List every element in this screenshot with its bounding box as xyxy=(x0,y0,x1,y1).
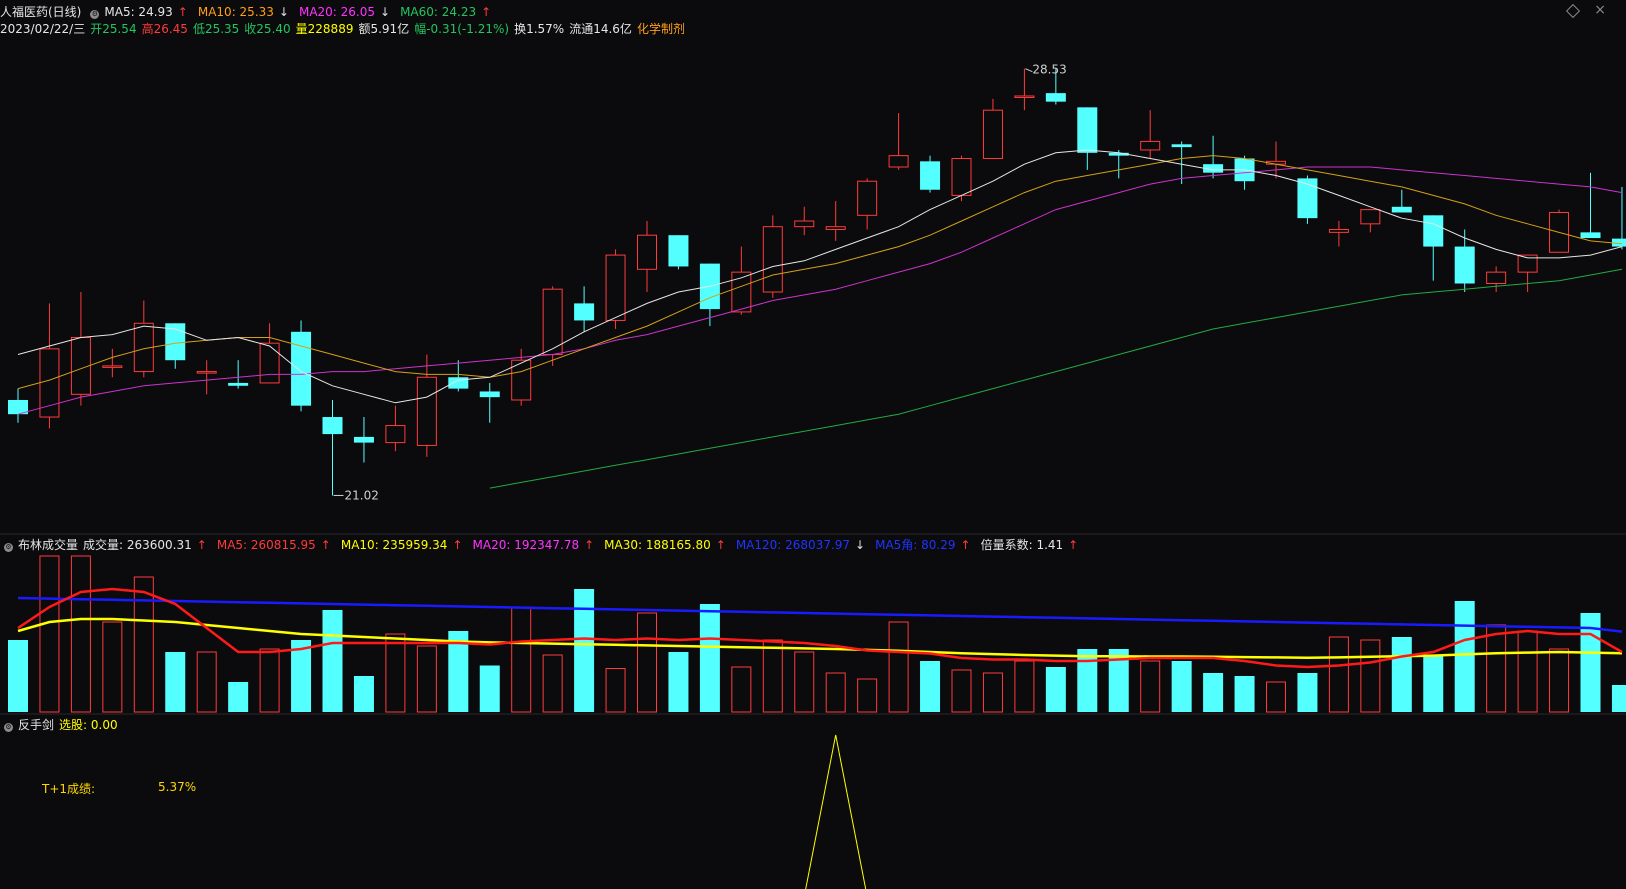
candle-body xyxy=(102,365,123,368)
volume-bar xyxy=(133,576,154,713)
candle-body xyxy=(888,155,909,168)
candle-body xyxy=(416,376,437,446)
volume-bar xyxy=(1517,630,1538,713)
candle-body xyxy=(1423,215,1444,247)
candle-body xyxy=(1580,232,1601,239)
candle-body xyxy=(920,161,941,190)
ma5-line xyxy=(17,149,1623,404)
volume-bar xyxy=(165,652,186,712)
volume-bar xyxy=(605,668,626,713)
candle-body xyxy=(291,331,312,406)
candle-body xyxy=(1140,140,1161,151)
candle-body xyxy=(385,425,406,444)
volume-bar xyxy=(794,651,815,713)
volume-bar xyxy=(39,555,60,713)
volume-bar xyxy=(196,651,217,713)
volume-bar xyxy=(637,612,657,713)
candle-body xyxy=(857,180,878,216)
candle-body xyxy=(982,109,1003,159)
volume-bar xyxy=(322,610,343,712)
candle-body xyxy=(1454,246,1475,284)
candle-body xyxy=(794,220,815,228)
candle-body xyxy=(259,342,280,384)
high-pointer xyxy=(1025,68,1033,73)
volume-bar xyxy=(762,639,783,713)
high-annotation: 28.53 xyxy=(1032,63,1066,77)
volume-bar xyxy=(1203,673,1224,712)
volume-bar xyxy=(1391,637,1412,712)
volume-bar xyxy=(731,666,752,713)
candle-body xyxy=(228,382,249,386)
volume-bar xyxy=(1140,660,1161,713)
candle-body xyxy=(825,226,846,231)
volume-bar xyxy=(982,672,1003,713)
candle-body xyxy=(1045,93,1066,102)
volume-bar xyxy=(102,621,123,713)
candle-body xyxy=(1077,107,1098,153)
volume-bar xyxy=(353,676,374,712)
candle-body xyxy=(353,436,374,443)
volume-bar xyxy=(951,669,972,713)
ma60-line xyxy=(489,268,1623,489)
candle-body xyxy=(951,157,972,196)
volume-bar xyxy=(920,661,941,712)
volume-bar xyxy=(857,678,878,713)
volume-bar xyxy=(888,621,909,713)
volume-panel xyxy=(8,555,1626,713)
volume-bar xyxy=(259,648,280,713)
volume-bar xyxy=(699,604,720,712)
candle-body xyxy=(196,371,217,374)
vol-ma5-line xyxy=(17,587,1623,669)
volume-bar xyxy=(1266,681,1286,713)
candle-body xyxy=(637,234,657,270)
volume-bar xyxy=(1234,676,1255,712)
candle-body xyxy=(322,417,343,435)
ma10-line xyxy=(17,155,1623,390)
candle-body xyxy=(574,303,595,321)
candle-body xyxy=(1171,144,1192,148)
volume-bar xyxy=(825,672,846,713)
chart-canvas[interactable]: 28.53 21.02 xyxy=(0,0,1626,889)
volume-bar xyxy=(1171,661,1192,712)
volume-bar xyxy=(1077,649,1098,712)
volume-bar xyxy=(1549,648,1570,713)
volume-bar xyxy=(1297,673,1318,712)
candle-body xyxy=(479,391,500,398)
candle-body xyxy=(39,348,60,418)
candle-body xyxy=(762,226,783,293)
low-annotation: 21.02 xyxy=(345,488,379,502)
volume-bar xyxy=(70,555,91,713)
volume-bar xyxy=(1611,685,1626,712)
ma20-line xyxy=(17,166,1623,415)
volume-bar xyxy=(1360,639,1381,713)
volume-bar xyxy=(1014,660,1035,713)
volume-bar xyxy=(8,640,28,712)
volume-bar xyxy=(416,645,437,713)
volume-bar xyxy=(1486,624,1507,713)
candle-body xyxy=(668,235,689,267)
candle-body xyxy=(1328,229,1349,233)
price-panel xyxy=(8,68,1626,496)
signal-panel xyxy=(805,734,867,889)
vol-ma120-line xyxy=(17,596,1623,633)
volume-bar xyxy=(511,606,532,713)
volume-bar xyxy=(1423,655,1444,712)
volume-bar xyxy=(542,654,563,713)
candle-body xyxy=(1014,95,1035,98)
volume-bar xyxy=(385,633,406,713)
volume-bar xyxy=(1454,601,1475,712)
volume-bar xyxy=(479,665,500,712)
candle-body xyxy=(605,254,626,321)
candle-body xyxy=(1486,271,1507,284)
candle-body xyxy=(1360,209,1381,225)
volume-bar xyxy=(668,652,689,712)
candle-body xyxy=(1391,206,1412,213)
candle-body xyxy=(448,377,469,389)
volume-bar xyxy=(228,682,249,712)
signal-line xyxy=(805,734,867,889)
volume-bar xyxy=(1045,667,1066,712)
volume-bar xyxy=(1328,636,1349,713)
